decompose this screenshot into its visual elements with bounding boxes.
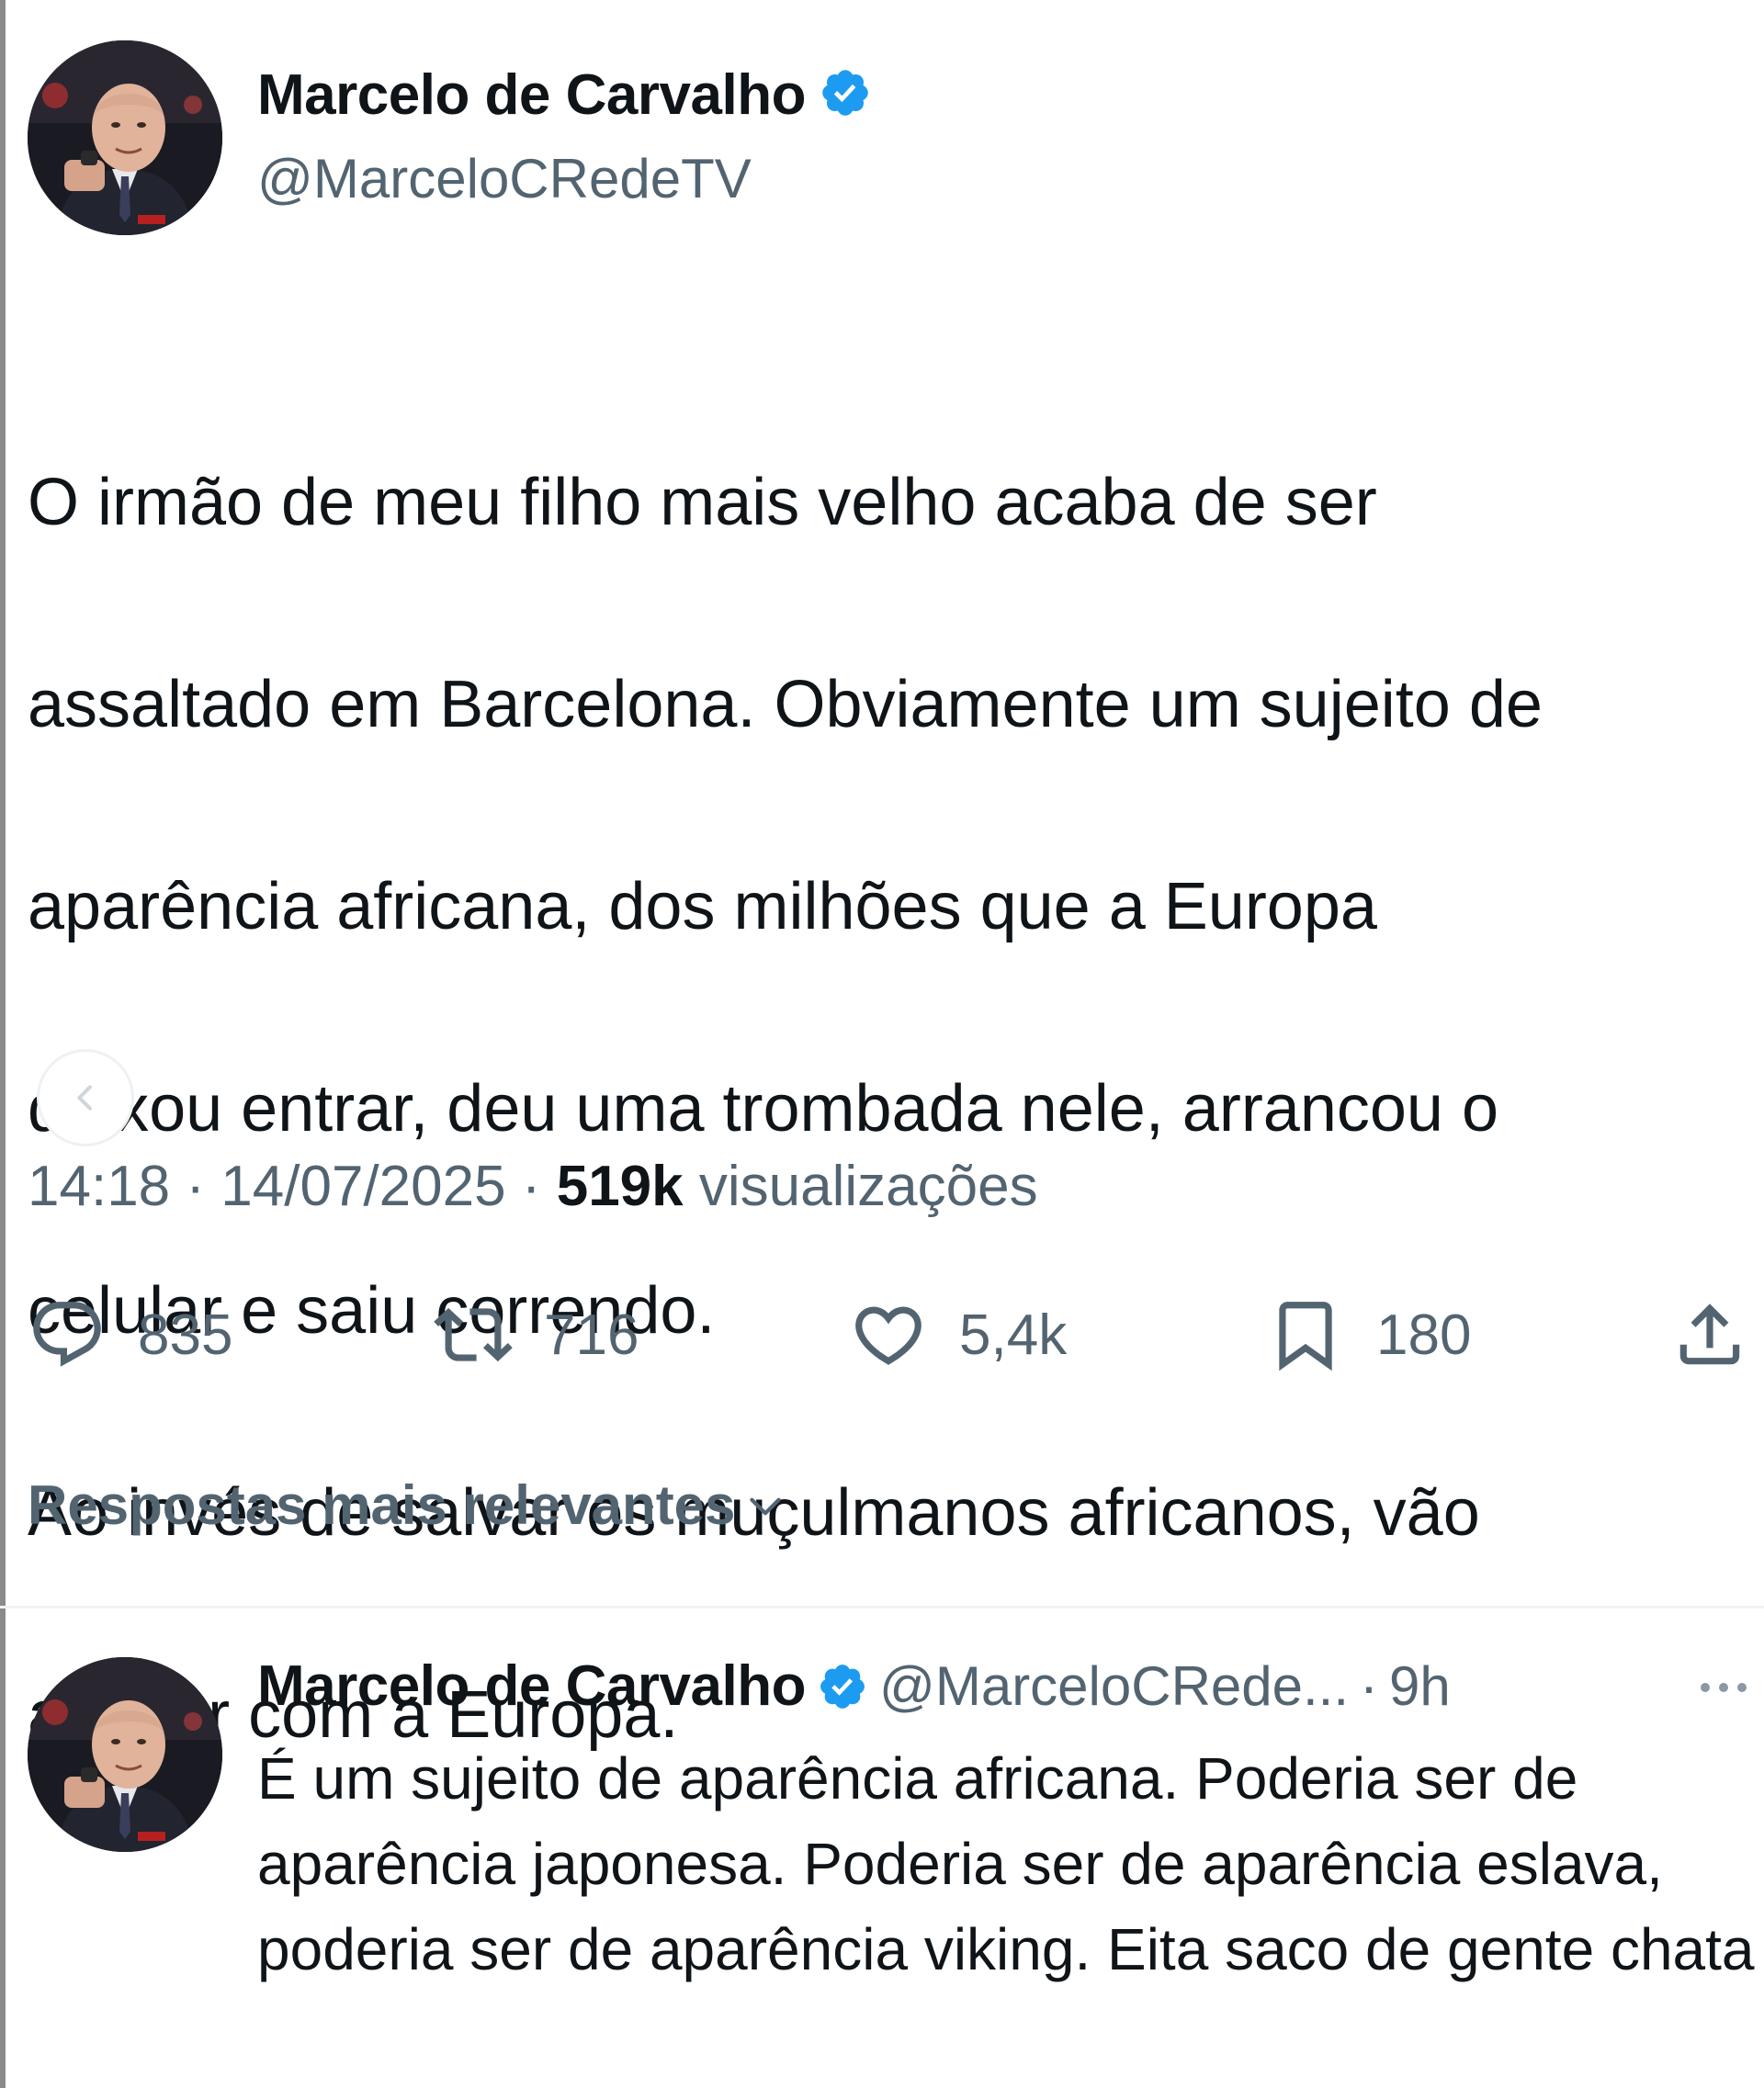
- tweet-date[interactable]: 14/07/2025: [220, 1155, 505, 1218]
- bookmark-button[interactable]: 180: [1266, 1295, 1471, 1374]
- author-handle[interactable]: @MarceloCRedeTV: [257, 147, 752, 210]
- tweet-meta: 14:18 · 14/07/2025 · 519k visualizações: [28, 1154, 1038, 1219]
- tweet-text-line: deixou entrar, deu uma trombada nele, ar…: [28, 1072, 1499, 1146]
- more-icon: [1701, 1683, 1747, 1692]
- heart-icon: [855, 1306, 922, 1365]
- tweet-text-line: O irmão de meu filho mais velho acaba de…: [28, 466, 1377, 539]
- author-name[interactable]: Marcelo de Carvalho: [257, 62, 806, 128]
- retweet-button[interactable]: 716: [434, 1295, 639, 1374]
- chevron-down-icon: [750, 1497, 782, 1515]
- verified-badge-icon[interactable]: [817, 1661, 868, 1712]
- reply-header: Marcelo de Carvalho @MarceloCRede... · 9…: [257, 1653, 1451, 1719]
- back-button[interactable]: [37, 1049, 134, 1146]
- retweet-icon: [434, 1307, 513, 1362]
- verified-badge-icon[interactable]: [819, 66, 872, 124]
- reply-icon: [33, 1302, 101, 1367]
- tweet-text-line: aparência africana, dos milhões que a Eu…: [28, 870, 1377, 943]
- bookmark-count: 180: [1376, 1303, 1472, 1367]
- tweet-text-line: assaltado em Barcelona. Obviamente um su…: [28, 668, 1543, 741]
- meta-separator: ·: [186, 1155, 206, 1218]
- reply-separator: ·: [1360, 1655, 1379, 1717]
- replies-sort-label: Respostas mais relevantes: [28, 1474, 736, 1536]
- meta-separator: ·: [521, 1155, 541, 1218]
- like-button[interactable]: 5,4k: [849, 1295, 1067, 1374]
- bookmark-icon: [1279, 1302, 1332, 1371]
- reply-time[interactable]: 9h: [1389, 1654, 1451, 1718]
- views-label: visualizações: [698, 1155, 1038, 1218]
- author-name-row: Marcelo de Carvalho: [257, 62, 872, 128]
- divider: [0, 1606, 1764, 1608]
- views-count[interactable]: 519k: [557, 1155, 684, 1218]
- replies-sort-dropdown[interactable]: Respostas mais relevantes: [28, 1473, 788, 1537]
- chevron-left-icon: [77, 1085, 92, 1111]
- more-options-button[interactable]: [1696, 1674, 1751, 1706]
- tweet-text: O irmão de meu filho mais velho acaba de…: [28, 351, 1755, 1867]
- like-count: 5,4k: [959, 1303, 1068, 1367]
- share-icon: [1679, 1304, 1740, 1365]
- reply-button[interactable]: 835: [28, 1295, 232, 1374]
- author-avatar[interactable]: [28, 40, 222, 235]
- tweet-actions: 835 716 5,4k 180: [0, 1295, 1764, 1387]
- share-button[interactable]: [1670, 1295, 1749, 1374]
- reply-author-handle[interactable]: @MarceloCRede...: [879, 1654, 1349, 1718]
- retweet-count: 716: [544, 1303, 639, 1367]
- reply-count: 835: [138, 1303, 233, 1367]
- tweet-time[interactable]: 14:18: [28, 1155, 170, 1218]
- reply-author-name[interactable]: Marcelo de Carvalho: [257, 1653, 806, 1719]
- screenshot-frame-edge: [0, 0, 6, 2088]
- reply-author-avatar[interactable]: [28, 1657, 222, 1852]
- reply-text: É um sujeito de aparência africana. Pode…: [257, 1745, 1755, 1982]
